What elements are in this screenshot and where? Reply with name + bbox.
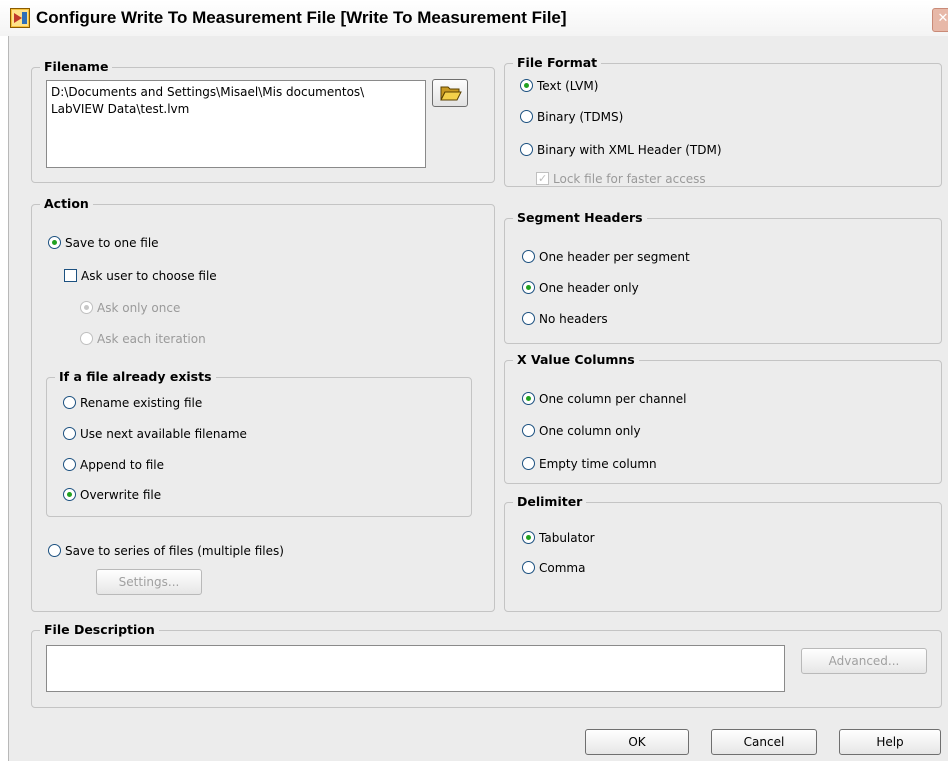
settings-button[interactable]: Settings... [96, 569, 202, 595]
cancel-button[interactable]: Cancel [711, 729, 817, 755]
delimiter-legend: Delimiter [513, 494, 587, 509]
file-exists-legend: If a file already exists [55, 369, 216, 384]
configure-dialog: Filename D:\Documents and Settings\Misae… [8, 36, 948, 761]
folder-open-icon [440, 86, 462, 101]
title-bar: Configure Write To Measurement File [Wri… [0, 0, 948, 36]
browse-button[interactable] [432, 79, 468, 107]
file-description-input[interactable] [46, 645, 785, 692]
ok-button[interactable]: OK [585, 729, 689, 755]
labview-vi-icon [10, 8, 30, 28]
file-description-legend: File Description [40, 622, 159, 637]
file-description-group: File Description Advanced... [31, 622, 942, 708]
file-format-group: File Format Text (LVM) Binary (TDMS) Bin… [504, 55, 942, 187]
x-value-columns-legend: X Value Columns [513, 352, 639, 367]
filename-input[interactable]: D:\Documents and Settings\Misael\Mis doc… [46, 80, 426, 168]
action-group: Action Save to one file Ask user to choo… [31, 196, 495, 612]
filename-legend: Filename [40, 59, 113, 74]
file-exists-group: If a file already exists Rename existing… [46, 369, 472, 517]
advanced-button[interactable]: Advanced... [801, 648, 927, 674]
action-legend: Action [40, 196, 93, 211]
delimiter-group: Delimiter Tabulator Comma [504, 494, 942, 612]
filename-group: Filename D:\Documents and Settings\Misae… [31, 59, 495, 183]
x-value-columns-group: X Value Columns One column per channel O… [504, 352, 942, 484]
file-format-legend: File Format [513, 55, 602, 70]
help-button[interactable]: Help [839, 729, 941, 755]
window-title: Configure Write To Measurement File [Wri… [36, 8, 567, 27]
segment-headers-legend: Segment Headers [513, 210, 647, 225]
close-icon[interactable]: ✕ [932, 8, 948, 32]
segment-headers-group: Segment Headers One header per segment O… [504, 210, 942, 344]
